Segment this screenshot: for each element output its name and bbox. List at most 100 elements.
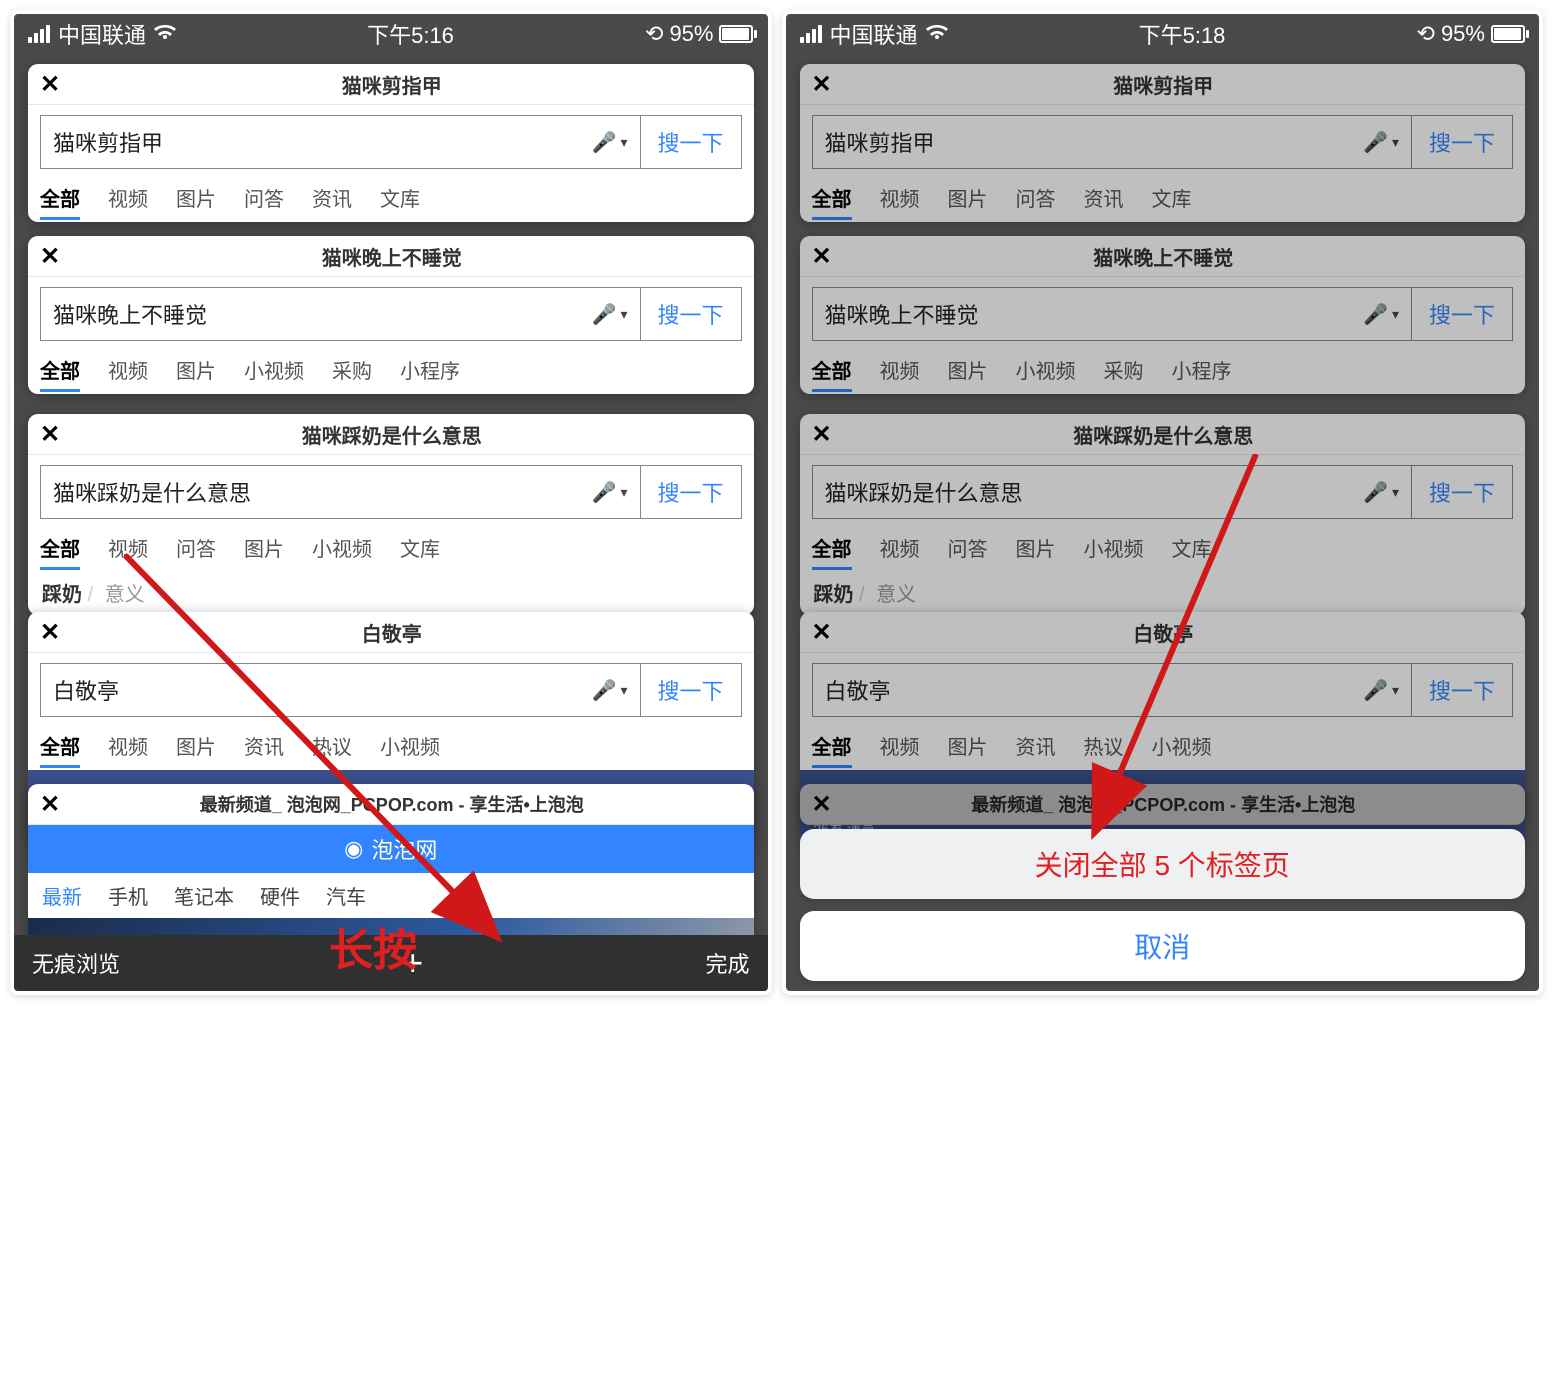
filter-tab[interactable]: 视频: [108, 355, 148, 384]
close-icon[interactable]: ✕: [812, 242, 832, 271]
search-bar[interactable]: 猫咪晚上不睡觉🎤搜一下: [812, 287, 1514, 341]
close-icon[interactable]: ✕: [40, 242, 60, 271]
filter-tab[interactable]: 图片: [244, 533, 284, 562]
search-bar[interactable]: 猫咪踩奶是什么意思🎤搜一下: [812, 465, 1514, 519]
filter-tab[interactable]: 全部: [812, 533, 852, 562]
filter-tab[interactable]: 图片: [176, 355, 216, 384]
mic-icon[interactable]: 🎤: [1363, 678, 1399, 703]
nav-item[interactable]: 硬件: [260, 881, 300, 910]
mic-icon[interactable]: 🎤: [592, 130, 628, 155]
done-button[interactable]: 完成: [705, 947, 749, 979]
tab-card[interactable]: ✕ 猫咪剪指甲 猫咪剪指甲🎤 搜一下 全部 视频 图片 问答 资讯 文库: [28, 64, 754, 222]
filter-tab[interactable]: 热议: [312, 731, 352, 760]
filter-tab[interactable]: 文库: [1152, 183, 1192, 212]
search-button[interactable]: 搜一下: [1411, 288, 1512, 340]
nav-item[interactable]: 手机: [108, 881, 148, 910]
filter-tab[interactable]: 图片: [948, 731, 988, 760]
filter-tab[interactable]: 采购: [332, 355, 372, 384]
search-bar[interactable]: 猫咪剪指甲🎤 搜一下: [40, 115, 742, 169]
filter-tab[interactable]: 小视频: [380, 731, 440, 760]
search-button[interactable]: 搜一下: [640, 288, 741, 340]
nav-item[interactable]: 笔记本: [174, 881, 234, 910]
clock: 下午5:16: [367, 18, 454, 50]
nav-item[interactable]: 汽车: [326, 881, 366, 910]
filter-tab[interactable]: 采购: [1104, 355, 1144, 384]
cancel-button[interactable]: 取消: [800, 911, 1526, 981]
close-icon[interactable]: ✕: [40, 618, 60, 647]
search-button[interactable]: 搜一下: [640, 116, 741, 168]
mic-icon[interactable]: 🎤: [1363, 130, 1399, 155]
mic-icon[interactable]: 🎤: [592, 678, 628, 703]
filter-tab[interactable]: 小视频: [1084, 533, 1144, 562]
filter-tab[interactable]: 视频: [880, 355, 920, 384]
filter-tab[interactable]: 小视频: [1152, 731, 1212, 760]
tab-card[interactable]: ✕猫咪踩奶是什么意思 猫咪踩奶是什么意思🎤搜一下 全部视频问答图片小视频文库 踩…: [800, 414, 1526, 615]
filter-tab[interactable]: 小视频: [312, 533, 372, 562]
filter-tab[interactable]: 视频: [108, 731, 148, 760]
mic-icon[interactable]: 🎤: [592, 302, 628, 327]
search-button[interactable]: 搜一下: [1411, 466, 1512, 518]
filter-tab[interactable]: 全部: [812, 731, 852, 760]
search-button[interactable]: 搜一下: [1411, 116, 1512, 168]
filter-tab[interactable]: 图片: [948, 355, 988, 384]
search-bar[interactable]: 白敬亭🎤 搜一下: [40, 663, 742, 717]
new-tab-button[interactable]: +: [402, 942, 423, 984]
filter-tab[interactable]: 小程序: [400, 355, 460, 384]
filter-tab[interactable]: 全部: [40, 355, 80, 384]
search-button[interactable]: 搜一下: [640, 664, 741, 716]
close-icon[interactable]: ✕: [40, 790, 60, 819]
filter-tab[interactable]: 图片: [948, 183, 988, 212]
filter-tab[interactable]: 视频: [108, 533, 148, 562]
search-button[interactable]: 搜一下: [1411, 664, 1512, 716]
search-bar[interactable]: 猫咪晚上不睡觉🎤 搜一下: [40, 287, 742, 341]
filter-tab[interactable]: 全部: [40, 183, 80, 212]
filter-tab[interactable]: 图片: [176, 731, 216, 760]
close-icon[interactable]: ✕: [812, 420, 832, 449]
filter-tab[interactable]: 全部: [40, 731, 80, 760]
filter-tab[interactable]: 小程序: [1172, 355, 1232, 384]
close-icon[interactable]: ✕: [812, 70, 832, 99]
filter-tab[interactable]: 文库: [400, 533, 440, 562]
filter-tab[interactable]: 全部: [812, 183, 852, 212]
filter-tab[interactable]: 问答: [176, 533, 216, 562]
filter-tab[interactable]: 文库: [1172, 533, 1212, 562]
tab-card[interactable]: ✕猫咪剪指甲 猫咪剪指甲🎤搜一下 全部视频图片问答资讯文库: [800, 64, 1526, 222]
search-button[interactable]: 搜一下: [640, 466, 741, 518]
filter-tab[interactable]: 视频: [108, 183, 148, 212]
filter-tab[interactable]: 图片: [1016, 533, 1056, 562]
filter-tab[interactable]: 视频: [880, 533, 920, 562]
filter-tab[interactable]: 小视频: [244, 355, 304, 384]
tab-card[interactable]: ✕ 猫咪踩奶是什么意思 猫咪踩奶是什么意思🎤 搜一下 全部 视频 问答 图片 小…: [28, 414, 754, 615]
filter-tab[interactable]: 全部: [812, 355, 852, 384]
search-bar[interactable]: 猫咪踩奶是什么意思🎤 搜一下: [40, 465, 742, 519]
filter-tab[interactable]: 小视频: [1016, 355, 1076, 384]
filter-tab[interactable]: 问答: [1016, 183, 1056, 212]
filter-tab[interactable]: 资讯: [312, 183, 352, 212]
filter-tab[interactable]: 资讯: [1084, 183, 1124, 212]
close-icon[interactable]: ✕: [812, 790, 832, 819]
search-bar[interactable]: 猫咪剪指甲🎤搜一下: [812, 115, 1514, 169]
filter-tab[interactable]: 热议: [1084, 731, 1124, 760]
close-icon[interactable]: ✕: [40, 420, 60, 449]
filter-tab[interactable]: 视频: [880, 731, 920, 760]
filter-tab[interactable]: 问答: [244, 183, 284, 212]
filter-tab[interactable]: 问答: [948, 533, 988, 562]
nav-item[interactable]: 最新: [42, 881, 82, 910]
close-all-tabs-button[interactable]: 关闭全部 5 个标签页: [800, 829, 1526, 899]
filter-tab[interactable]: 资讯: [1016, 731, 1056, 760]
search-bar[interactable]: 白敬亭🎤搜一下: [812, 663, 1514, 717]
tab-card[interactable]: ✕猫咪晚上不睡觉 猫咪晚上不睡觉🎤搜一下 全部视频图片小视频采购小程序: [800, 236, 1526, 394]
close-icon[interactable]: ✕: [40, 70, 60, 99]
private-browse-button[interactable]: 无痕浏览: [32, 947, 120, 979]
filter-tab[interactable]: 资讯: [244, 731, 284, 760]
signal-icon: [800, 25, 822, 43]
mic-icon[interactable]: 🎤: [1363, 302, 1399, 327]
filter-tab[interactable]: 图片: [176, 183, 216, 212]
close-icon[interactable]: ✕: [812, 618, 832, 647]
mic-icon[interactable]: 🎤: [592, 480, 628, 505]
mic-icon[interactable]: 🎤: [1363, 480, 1399, 505]
filter-tab[interactable]: 视频: [880, 183, 920, 212]
filter-tab[interactable]: 文库: [380, 183, 420, 212]
filter-tab[interactable]: 全部: [40, 533, 80, 562]
tab-card[interactable]: ✕ 猫咪晚上不睡觉 猫咪晚上不睡觉🎤 搜一下 全部 视频 图片 小视频 采购 小…: [28, 236, 754, 394]
